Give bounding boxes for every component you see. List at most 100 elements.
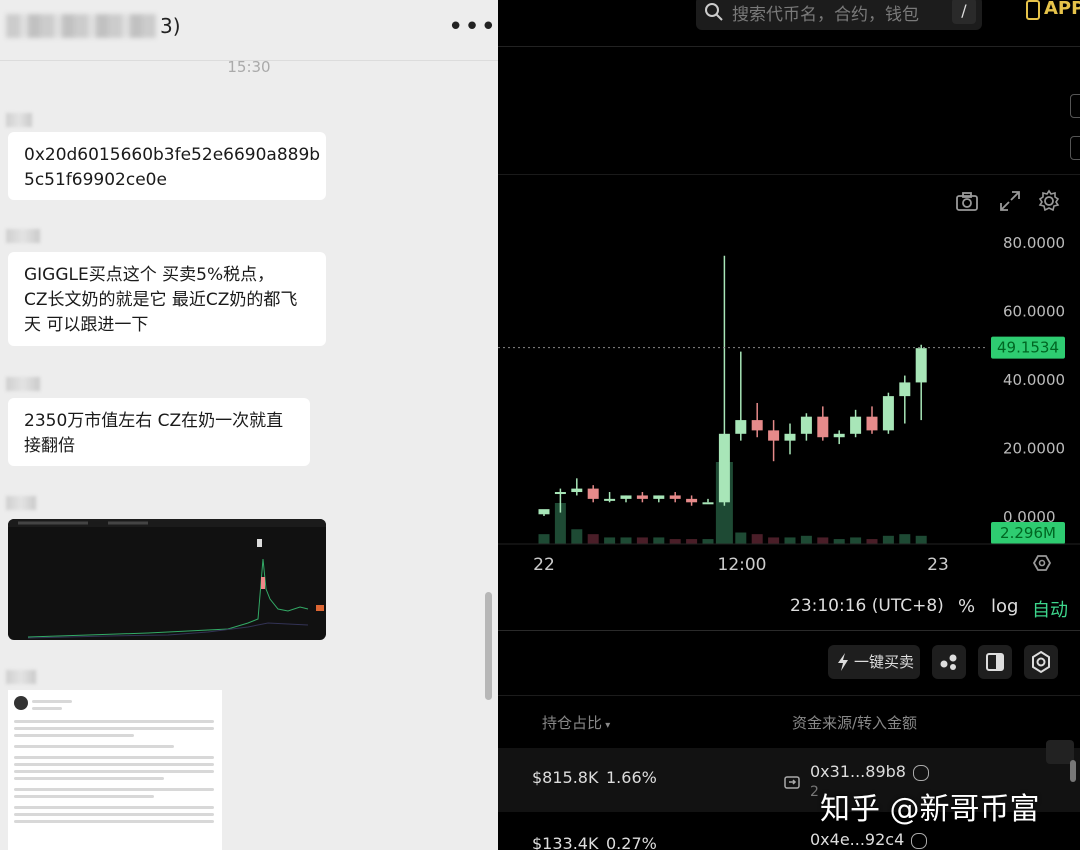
more-options-icon[interactable]: •••	[448, 14, 496, 42]
candle-body	[669, 495, 681, 499]
auto-scale-toggle[interactable]: 自动	[1032, 596, 1068, 622]
share-button[interactable]	[932, 645, 966, 679]
candle-body	[636, 495, 648, 499]
column-header-source[interactable]: 资金来源/转入金额	[792, 712, 917, 733]
chat-title: 3)	[160, 14, 181, 38]
trading-panel: 搜索代币名，合约，钱包 / APP 80.0000 60.0000 40.0000 2…	[498, 0, 1080, 850]
candle-body	[686, 498, 698, 503]
tweet-text-lines	[32, 696, 212, 714]
chart-screenshot-image[interactable]	[8, 519, 326, 640]
chat-scrollbar[interactable]	[485, 592, 492, 700]
chat-window: 3) ••• 15:30 0x20d6015660b3fe52e6690a889…	[0, 0, 498, 850]
log-scale-toggle[interactable]: log	[991, 596, 1018, 617]
sender-name-blurred	[6, 377, 40, 391]
settings-gear-icon	[1032, 650, 1050, 674]
candle-body	[882, 396, 894, 431]
volume-bar	[571, 529, 583, 544]
sort-caret-icon: ▾	[602, 720, 611, 731]
reset-zoom-icon[interactable]	[1032, 555, 1052, 571]
message-bubble[interactable]: 0x20d6015660b3fe52e6690a889b 5c51f69902c…	[8, 132, 326, 200]
tweet-screenshot-image[interactable]	[8, 690, 222, 850]
y-tick-label: 60.0000	[1003, 303, 1065, 321]
candle-body	[718, 433, 730, 503]
y-axis: 80.000060.000040.000020.00000.0000	[1003, 234, 1065, 526]
candle-body	[784, 433, 796, 441]
volume-bar	[899, 534, 911, 544]
candle-body	[653, 495, 665, 499]
layout-toggle-button[interactable]	[978, 645, 1012, 679]
volume-bar	[850, 537, 862, 544]
volume-bar	[800, 535, 812, 544]
percent-scale-toggle[interactable]: %	[958, 596, 975, 617]
volume-bar	[768, 537, 780, 544]
column-header-label: 持仓占比	[542, 714, 603, 732]
candle-body	[554, 492, 566, 495]
volume-bar	[587, 534, 599, 544]
chart-thumbnail	[8, 519, 326, 639]
volume-bar	[604, 537, 616, 544]
holding-value: $815.8K	[532, 768, 599, 787]
chain-icon	[913, 764, 930, 781]
message-line: 2350万市值左右 CZ在奶一次就直	[24, 411, 284, 431]
transfer-icon	[784, 776, 800, 789]
candle-body	[899, 382, 911, 397]
candle-body	[817, 416, 829, 438]
candle-body	[735, 420, 747, 434]
volume-bar	[636, 537, 648, 544]
message-line: 0x20d6015660b3fe52e6690a889b	[24, 145, 321, 165]
candle-body	[702, 502, 714, 505]
message-bubble[interactable]: GIGGLE买点这个 买卖5%税点， CZ长文奶的就是它 最近CZ奶的都飞 天 …	[8, 252, 326, 346]
volume-bar	[915, 535, 927, 544]
x-tick-label: 23	[927, 555, 949, 575]
volume-bar	[620, 537, 632, 544]
chain-icon	[911, 832, 928, 849]
message-line: 接翻倍	[24, 436, 75, 456]
volume-bar	[686, 539, 698, 544]
volume-bar	[866, 539, 878, 544]
y-tick-label: 80.0000	[1003, 234, 1065, 252]
candle-body	[866, 416, 878, 431]
volume-bar	[653, 537, 665, 544]
candle-body	[800, 416, 812, 434]
settings-button[interactable]	[1024, 645, 1058, 679]
volume-bar	[702, 539, 714, 544]
wallet-address[interactable]: 0x4e...92c4	[810, 830, 928, 849]
message-line: CZ长文奶的就是它 最近CZ奶的都飞	[24, 290, 298, 310]
tweet-body-lines	[14, 716, 214, 827]
x-tick-label: 22	[533, 555, 555, 575]
volume-bar	[833, 539, 845, 544]
message-line: 天 可以跟进一下	[24, 315, 149, 335]
x-axis: 22 12:00 23	[533, 555, 949, 575]
sender-name-blurred	[6, 113, 32, 127]
candle-body	[587, 488, 599, 499]
candle-body	[604, 498, 616, 501]
watermark-text: 知乎 @新哥币富	[820, 792, 1040, 827]
volume-bar	[751, 534, 763, 544]
y-tick-label: 20.0000	[1003, 440, 1065, 458]
column-header-holding[interactable]: 持仓占比 ▾	[542, 712, 610, 733]
candle-body	[751, 420, 763, 431]
volume-bar	[669, 539, 681, 544]
volume-bar	[784, 537, 796, 544]
price-tag-label: 49.1534	[997, 339, 1059, 357]
volume-bar	[882, 535, 894, 544]
sender-name-blurred	[6, 496, 36, 510]
candle-body	[538, 509, 550, 515]
message-timestamp: 15:30	[227, 58, 271, 76]
message-bubble[interactable]: 2350万市值左右 CZ在奶一次就直 接翻倍	[8, 398, 310, 466]
volume-tag-label: 2.296M	[1000, 524, 1056, 542]
volume-series	[538, 462, 927, 544]
wallet-address[interactable]: 0x31...89b8	[810, 762, 930, 781]
candle-body	[850, 416, 862, 434]
holding-percent: 0.27%	[606, 834, 657, 850]
candle-body	[571, 488, 583, 493]
candlestick-chart[interactable]: 80.000060.000040.000020.00000.0000 49.15…	[498, 0, 1080, 590]
candle-body	[768, 430, 780, 441]
sender-name-blurred	[6, 229, 40, 243]
y-tick-label: 40.0000	[1003, 371, 1065, 389]
message-line: 5c51f69902ce0e	[24, 170, 167, 190]
volume-bar	[538, 534, 550, 544]
volume-bar	[817, 537, 829, 544]
table-scrollbar[interactable]	[1070, 760, 1076, 782]
chart-time-display: 23:10:16 (UTC+8)	[790, 596, 944, 616]
